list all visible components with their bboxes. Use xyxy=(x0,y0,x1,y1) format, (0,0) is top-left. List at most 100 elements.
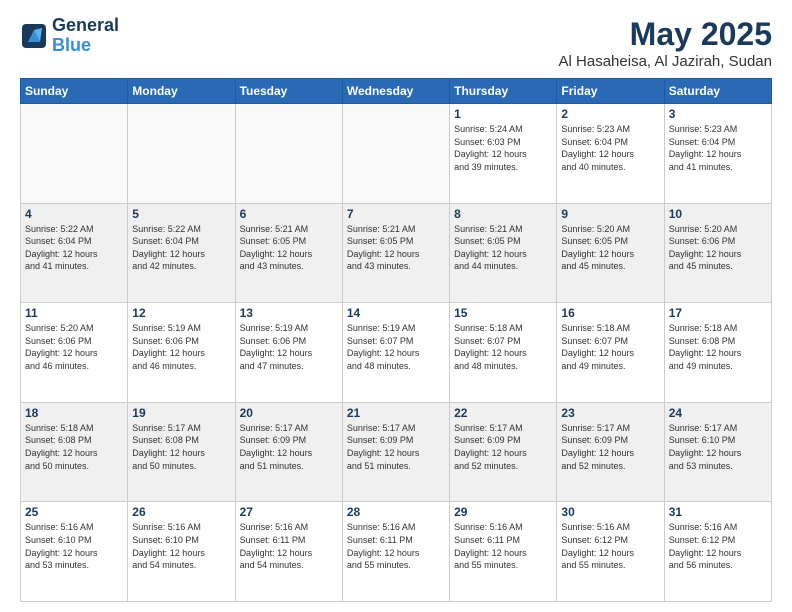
calendar-day-cell: 3 Sunrise: 5:23 AMSunset: 6:04 PMDaylight… xyxy=(664,104,771,204)
day-number: 6 xyxy=(240,207,338,221)
calendar-day-header: Friday xyxy=(557,79,664,104)
calendar-day-cell: 4 Sunrise: 5:22 AMSunset: 6:04 PMDaylight… xyxy=(21,203,128,303)
day-number: 25 xyxy=(25,505,123,519)
day-info: Sunrise: 5:20 AMSunset: 6:06 PMDaylight:… xyxy=(669,223,767,273)
calendar-day-cell: 26Sunrise: 5:16 AMSunset: 6:10 PMDayligh… xyxy=(128,502,235,602)
day-info: Sunrise: 5:17 AMSunset: 6:09 PMDaylight:… xyxy=(454,422,552,472)
day-info: Sunrise: 5:24 AMSunset: 6:03 PMDaylight:… xyxy=(454,123,552,173)
day-info: Sunrise: 5:19 AMSunset: 6:06 PMDaylight:… xyxy=(132,322,230,372)
day-number: 28 xyxy=(347,505,445,519)
day-number: 29 xyxy=(454,505,552,519)
calendar-day-cell: 11 Sunrise: 5:20 AMSunset: 6:06 PMDayligh… xyxy=(21,303,128,403)
day-info: Sunrise: 5:16 AMSunset: 6:10 PMDaylight:… xyxy=(132,521,230,571)
day-info: Sunrise: 5:16 AMSunset: 6:11 PMDaylight:… xyxy=(240,521,338,571)
day-number: 27 xyxy=(240,505,338,519)
calendar-week-row: 11 Sunrise: 5:20 AMSunset: 6:06 PMDayligh… xyxy=(21,303,772,403)
calendar-day-cell: 29 Sunrise: 5:16 AMSunset: 6:11 PMDayligh… xyxy=(450,502,557,602)
day-number: 15 xyxy=(454,306,552,320)
day-info: Sunrise: 5:17 AMSunset: 6:09 PMDaylight:… xyxy=(561,422,659,472)
day-info: Sunrise: 5:22 AMSunset: 6:04 PMDaylight:… xyxy=(25,223,123,273)
title-block: May 2025 Al Hasaheisa, Al Jazirah, Sudan xyxy=(559,16,772,70)
day-info: Sunrise: 5:17 AMSunset: 6:09 PMDaylight:… xyxy=(347,422,445,472)
calendar-day-cell: 14Sunrise: 5:19 AMSunset: 6:07 PMDayligh… xyxy=(342,303,449,403)
calendar-day-cell: 21 Sunrise: 5:17 AMSunset: 6:09 PMDayligh… xyxy=(342,402,449,502)
calendar-day-cell: 10 Sunrise: 5:20 AMSunset: 6:06 PMDayligh… xyxy=(664,203,771,303)
header: General Blue May 2025 Al Hasaheisa, Al J… xyxy=(20,16,772,70)
day-info: Sunrise: 5:17 AMSunset: 6:09 PMDaylight:… xyxy=(240,422,338,472)
logo-line2: Blue xyxy=(52,36,119,56)
calendar-day-cell: 12 Sunrise: 5:19 AMSunset: 6:06 PMDayligh… xyxy=(128,303,235,403)
day-info: Sunrise: 5:19 AMSunset: 6:06 PMDaylight:… xyxy=(240,322,338,372)
calendar-day-cell: 7Sunrise: 5:21 AMSunset: 6:05 PMDaylight… xyxy=(342,203,449,303)
day-info: Sunrise: 5:16 AMSunset: 6:10 PMDaylight:… xyxy=(25,521,123,571)
calendar-day-cell: 8Sunrise: 5:21 AMSunset: 6:05 PMDaylight… xyxy=(450,203,557,303)
logo-icon xyxy=(20,22,48,50)
calendar-day-cell: 2Sunrise: 5:23 AMSunset: 6:04 PMDaylight… xyxy=(557,104,664,204)
day-number: 4 xyxy=(25,207,123,221)
day-info: Sunrise: 5:22 AMSunset: 6:04 PMDaylight:… xyxy=(132,223,230,273)
calendar-day-cell xyxy=(235,104,342,204)
calendar-day-cell: 19 Sunrise: 5:17 AMSunset: 6:08 PMDayligh… xyxy=(128,402,235,502)
day-info: Sunrise: 5:19 AMSunset: 6:07 PMDaylight:… xyxy=(347,322,445,372)
calendar-day-cell: 18Sunrise: 5:18 AMSunset: 6:08 PMDayligh… xyxy=(21,402,128,502)
calendar-week-row: 25 Sunrise: 5:16 AMSunset: 6:10 PMDayligh… xyxy=(21,502,772,602)
calendar-day-cell: 5 Sunrise: 5:22 AMSunset: 6:04 PMDaylight… xyxy=(128,203,235,303)
logo-line1: General xyxy=(52,16,119,36)
calendar-day-cell: 1Sunrise: 5:24 AMSunset: 6:03 PMDaylight… xyxy=(450,104,557,204)
day-info: Sunrise: 5:16 AMSunset: 6:11 PMDaylight:… xyxy=(454,521,552,571)
calendar-day-cell: 30 Sunrise: 5:16 AMSunset: 6:12 PMDayligh… xyxy=(557,502,664,602)
calendar-day-cell: 15 Sunrise: 5:18 AMSunset: 6:07 PMDayligh… xyxy=(450,303,557,403)
day-info: Sunrise: 5:17 AMSunset: 6:10 PMDaylight:… xyxy=(669,422,767,472)
calendar-day-cell: 16Sunrise: 5:18 AMSunset: 6:07 PMDayligh… xyxy=(557,303,664,403)
calendar-day-cell: 6 Sunrise: 5:21 AMSunset: 6:05 PMDaylight… xyxy=(235,203,342,303)
calendar-day-cell xyxy=(21,104,128,204)
calendar-day-header: Saturday xyxy=(664,79,771,104)
day-number: 19 xyxy=(132,406,230,420)
day-number: 23 xyxy=(561,406,659,420)
main-title: May 2025 xyxy=(559,16,772,53)
calendar-day-header: Monday xyxy=(128,79,235,104)
calendar-day-header: Wednesday xyxy=(342,79,449,104)
day-info: Sunrise: 5:18 AMSunset: 6:08 PMDaylight:… xyxy=(25,422,123,472)
day-info: Sunrise: 5:18 AMSunset: 6:07 PMDaylight:… xyxy=(454,322,552,372)
day-number: 12 xyxy=(132,306,230,320)
day-info: Sunrise: 5:21 AMSunset: 6:05 PMDaylight:… xyxy=(240,223,338,273)
day-number: 3 xyxy=(669,107,767,121)
day-number: 30 xyxy=(561,505,659,519)
calendar-day-header: Thursday xyxy=(450,79,557,104)
day-number: 11 xyxy=(25,306,123,320)
calendar-day-cell: 20Sunrise: 5:17 AMSunset: 6:09 PMDayligh… xyxy=(235,402,342,502)
day-number: 8 xyxy=(454,207,552,221)
day-number: 22 xyxy=(454,406,552,420)
calendar-day-cell: 27 Sunrise: 5:16 AMSunset: 6:11 PMDayligh… xyxy=(235,502,342,602)
day-number: 10 xyxy=(669,207,767,221)
calendar-day-cell: 13 Sunrise: 5:19 AMSunset: 6:06 PMDayligh… xyxy=(235,303,342,403)
calendar-week-row: 4 Sunrise: 5:22 AMSunset: 6:04 PMDaylight… xyxy=(21,203,772,303)
calendar-day-cell: 31Sunrise: 5:16 AMSunset: 6:12 PMDayligh… xyxy=(664,502,771,602)
subtitle: Al Hasaheisa, Al Jazirah, Sudan xyxy=(559,53,772,70)
day-number: 16 xyxy=(561,306,659,320)
calendar-day-cell: 22 Sunrise: 5:17 AMSunset: 6:09 PMDayligh… xyxy=(450,402,557,502)
day-number: 5 xyxy=(132,207,230,221)
logo-text: General Blue xyxy=(52,16,119,56)
calendar-day-cell: 24Sunrise: 5:17 AMSunset: 6:10 PMDayligh… xyxy=(664,402,771,502)
calendar-day-cell: 25 Sunrise: 5:16 AMSunset: 6:10 PMDayligh… xyxy=(21,502,128,602)
calendar-day-cell: 28Sunrise: 5:16 AMSunset: 6:11 PMDayligh… xyxy=(342,502,449,602)
day-number: 13 xyxy=(240,306,338,320)
calendar-week-row: 18Sunrise: 5:18 AMSunset: 6:08 PMDayligh… xyxy=(21,402,772,502)
day-number: 7 xyxy=(347,207,445,221)
calendar-day-cell: 23 Sunrise: 5:17 AMSunset: 6:09 PMDayligh… xyxy=(557,402,664,502)
day-number: 17 xyxy=(669,306,767,320)
day-info: Sunrise: 5:18 AMSunset: 6:08 PMDaylight:… xyxy=(669,322,767,372)
day-number: 21 xyxy=(347,406,445,420)
calendar-day-header: Tuesday xyxy=(235,79,342,104)
calendar-week-row: 1Sunrise: 5:24 AMSunset: 6:03 PMDaylight… xyxy=(21,104,772,204)
day-number: 31 xyxy=(669,505,767,519)
day-info: Sunrise: 5:17 AMSunset: 6:08 PMDaylight:… xyxy=(132,422,230,472)
calendar-header-row: SundayMondayTuesdayWednesdayThursdayFrid… xyxy=(21,79,772,104)
day-info: Sunrise: 5:16 AMSunset: 6:12 PMDaylight:… xyxy=(561,521,659,571)
calendar-day-cell xyxy=(128,104,235,204)
day-info: Sunrise: 5:20 AMSunset: 6:06 PMDaylight:… xyxy=(25,322,123,372)
calendar-table: SundayMondayTuesdayWednesdayThursdayFrid… xyxy=(20,78,772,602)
day-info: Sunrise: 5:23 AMSunset: 6:04 PMDaylight:… xyxy=(669,123,767,173)
